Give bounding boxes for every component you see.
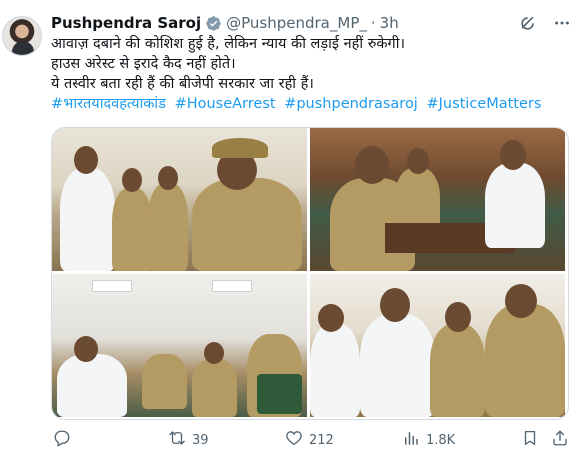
tweet-text: आवाज़ दबाने की कोशिश हुई है, लेकिन न्याय… [51, 34, 571, 114]
bookmark-icon [521, 429, 539, 451]
reply-button[interactable] [53, 429, 77, 451]
share-button[interactable] [551, 429, 569, 451]
tweet-line: ये तस्वीर बता रही हैं की बीजेपी सरकार जा… [51, 76, 314, 92]
tweet[interactable]: Pushpendra Saroj @Pushpendra_MP_ · 3h आव… [0, 0, 584, 454]
display-name[interactable]: Pushpendra Saroj [51, 14, 201, 32]
photo-2[interactable] [310, 128, 565, 271]
retweet-button[interactable]: 39 [168, 429, 209, 451]
retweet-icon [168, 429, 186, 451]
avatar[interactable] [2, 16, 42, 56]
heart-icon [285, 429, 303, 451]
hashtag-line: #भारतयादवहत्याकांड #HouseArrest #pushpen… [51, 94, 571, 114]
views-icon [402, 429, 420, 451]
top-actions [518, 13, 572, 33]
reply-icon [53, 429, 71, 451]
tweet-header: Pushpendra Saroj @Pushpendra_MP_ · 3h [51, 12, 399, 34]
tweet-line: आवाज़ दबाने की कोशिश हुई है, लेकिन न्याय… [51, 36, 405, 52]
like-button[interactable]: 212 [285, 429, 334, 451]
photo-1[interactable] [52, 128, 307, 271]
hashtag-link[interactable]: #pushpendrasaroj [284, 96, 418, 112]
handle[interactable]: @Pushpendra_MP_ [226, 14, 367, 32]
action-bar: 39 212 1.8K [51, 430, 571, 450]
verified-badge-icon [205, 15, 222, 32]
timestamp[interactable]: 3h [380, 14, 399, 32]
more-icon[interactable] [552, 13, 572, 33]
hashtag-link[interactable]: #भारतयादवहत्याकांड [51, 96, 166, 112]
grok-icon[interactable] [518, 13, 538, 33]
hashtag-link[interactable]: #HouseArrest [175, 96, 276, 112]
retweet-count: 39 [192, 432, 209, 448]
media-grid [51, 127, 569, 420]
share-icon [551, 429, 569, 451]
hashtag-link[interactable]: #JusticeMatters [426, 96, 541, 112]
bookmark-button[interactable] [521, 429, 539, 451]
tweet-line: हाउस अरेस्ट से इरादे कैद नहीं होते। [51, 56, 236, 72]
views-count: 1.8K [426, 432, 456, 448]
like-count: 212 [309, 432, 334, 448]
separator: · [370, 14, 376, 32]
views-button[interactable]: 1.8K [402, 429, 455, 451]
photo-4[interactable] [310, 274, 565, 417]
photo-3[interactable] [52, 274, 307, 417]
